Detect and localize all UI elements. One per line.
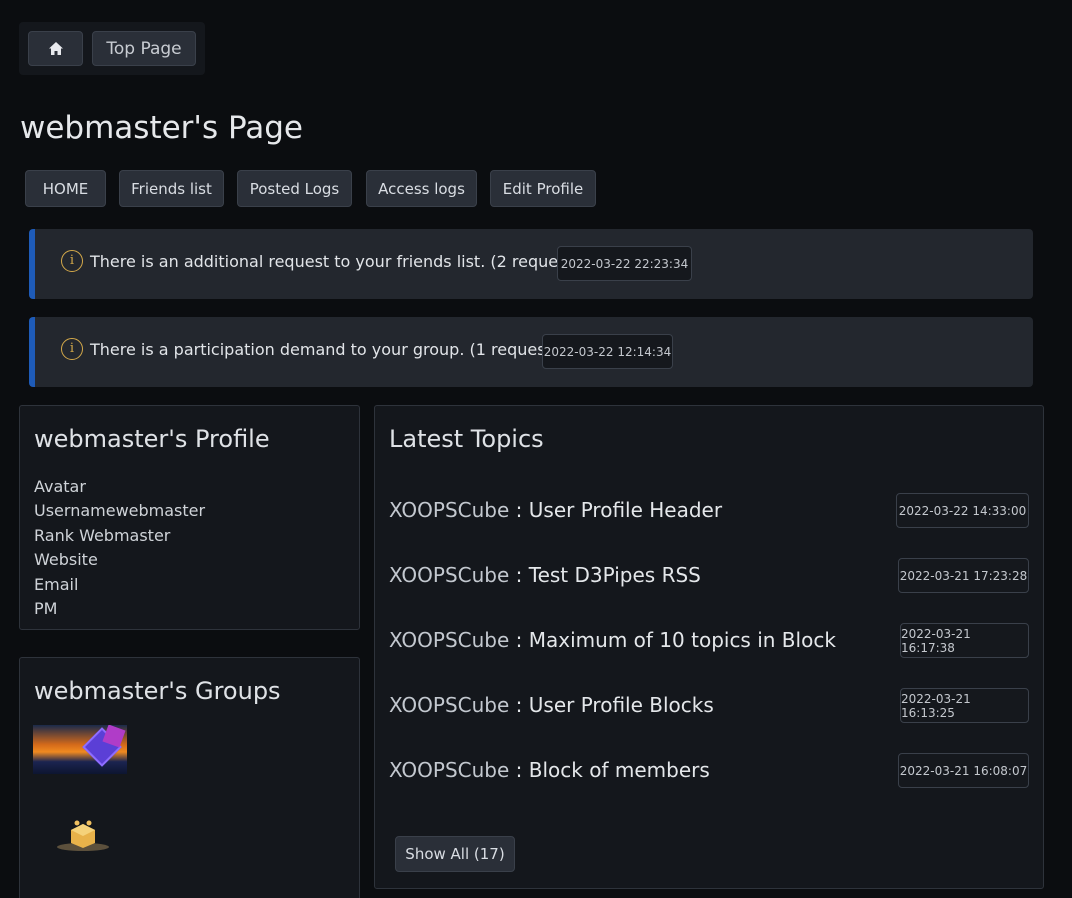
info-icon: i — [61, 250, 83, 272]
profile-field-website: Website — [34, 550, 98, 570]
groups-title: webmaster's Groups — [34, 677, 281, 705]
breadcrumb-home-button[interactable] — [28, 31, 83, 66]
latest-topics-title: Latest Topics — [389, 425, 544, 453]
profile-field-email: Email — [34, 574, 79, 594]
profile-fields: Avatar Usernamewebmaster Rank Webmaster … — [34, 475, 205, 621]
topic-site: XOOPSCube — [389, 693, 510, 717]
profile-title: webmaster's Profile — [34, 425, 270, 453]
nav-posted-logs-button[interactable]: Posted Logs — [237, 170, 352, 207]
group-image[interactable] — [56, 816, 110, 852]
topic-timestamp: 2022-03-22 14:33:00 — [896, 493, 1029, 528]
topic-link[interactable]: XOOPSCube : Block of members — [389, 758, 710, 782]
topic-title: Block of members — [528, 758, 710, 782]
info-icon: i — [61, 338, 83, 360]
latest-topics-panel: Latest Topics XOOPSCube : User Profile H… — [374, 405, 1044, 889]
alert-text: There is an additional request to your f… — [90, 252, 605, 271]
topic-link[interactable]: XOOPSCube : User Profile Blocks — [389, 693, 714, 717]
profile-field-pm: PM — [34, 599, 58, 619]
topic-site: XOOPSCube — [389, 563, 510, 587]
alert-timestamp: 2022-03-22 12:14:34 — [542, 334, 673, 369]
profile-field-username: Usernamewebmaster — [34, 501, 206, 521]
topic-timestamp: 2022-03-21 17:23:28 — [898, 558, 1029, 593]
group-image[interactable] — [33, 725, 127, 774]
topic-timestamp: 2022-03-21 16:17:38 — [900, 623, 1029, 658]
topic-timestamp: 2022-03-21 16:13:25 — [900, 688, 1029, 723]
breadcrumb: Top Page — [19, 22, 205, 75]
topic-link[interactable]: XOOPSCube : User Profile Header — [389, 498, 722, 522]
topic-title: User Profile Blocks — [528, 693, 714, 717]
profile-panel: webmaster's Profile Avatar Usernamewebma… — [19, 405, 360, 630]
breadcrumb-top-page[interactable]: Top Page — [92, 31, 196, 66]
nav-access-logs-button[interactable]: Access logs — [366, 170, 477, 207]
profile-field-avatar: Avatar — [34, 477, 86, 496]
topic-site: XOOPSCube — [389, 758, 510, 782]
topic-title: User Profile Header — [528, 498, 723, 522]
topic-site: XOOPSCube — [389, 498, 510, 522]
alert-friend-request: i There is an additional request to your… — [29, 229, 1033, 299]
alert-group-request: i There is a participation demand to you… — [29, 317, 1033, 387]
home-icon — [48, 42, 63, 55]
nav-friends-list-button[interactable]: Friends list — [119, 170, 224, 207]
alert-timestamp: 2022-03-22 22:23:34 — [557, 246, 692, 281]
alert-text: There is a participation demand to your … — [90, 340, 584, 359]
topic-link[interactable]: XOOPSCube : Test D3Pipes RSS — [389, 563, 701, 587]
topic-site: XOOPSCube — [389, 628, 510, 652]
show-all-button[interactable]: Show All (17) — [395, 836, 515, 872]
topic-title: Maximum of 10 topics in Block — [528, 628, 836, 652]
profile-field-rank: Rank Webmaster — [34, 525, 171, 545]
page-title: webmaster's Page — [20, 110, 303, 146]
nav-edit-profile-button[interactable]: Edit Profile — [490, 170, 596, 207]
topic-title: Test D3Pipes RSS — [528, 563, 701, 587]
groups-panel: webmaster's Groups — [19, 657, 360, 898]
topic-timestamp: 2022-03-21 16:08:07 — [898, 753, 1029, 788]
topic-link[interactable]: XOOPSCube : Maximum of 10 topics in Bloc… — [389, 628, 836, 652]
nav-home-button[interactable]: HOME — [25, 170, 106, 207]
